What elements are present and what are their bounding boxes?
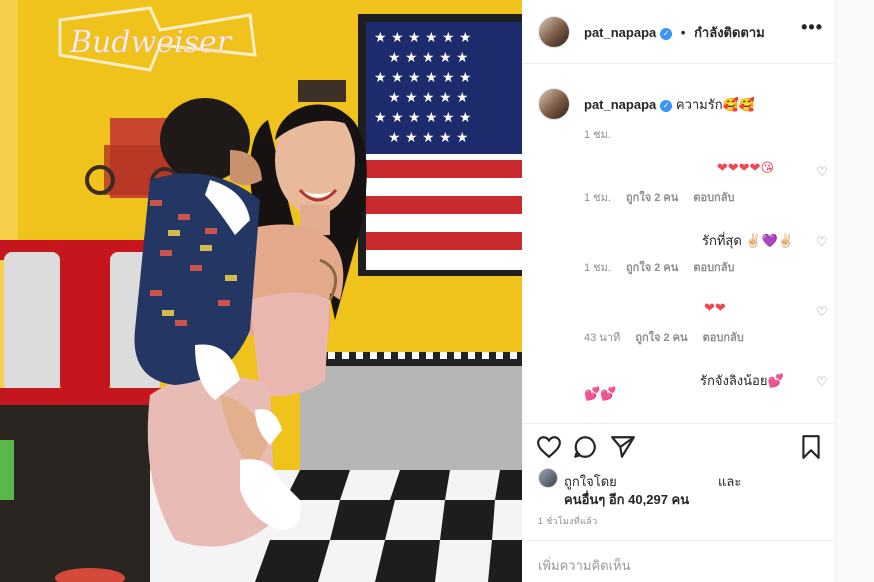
caption-text-line: pat_napapa ✓ ความรัก🥰🥰 xyxy=(584,94,755,115)
comment-text: ❤❤ xyxy=(704,300,726,315)
caption-username[interactable]: pat_napapa xyxy=(584,97,656,112)
liked-by-others-link[interactable]: คนอื่นๆ อีก 40,297 คน xyxy=(564,489,689,510)
verified-badge-icon: ✓ xyxy=(660,100,673,112)
caption-time[interactable]: 1 ชม. xyxy=(584,125,611,143)
comment-reply-button[interactable]: ตอบกลับ xyxy=(693,192,734,204)
comment-bubble-icon[interactable] xyxy=(572,434,598,460)
caption-text: ความรัก🥰🥰 xyxy=(675,97,755,112)
post-actions-bar xyxy=(522,424,835,464)
comment-text-continued: 💕💕 xyxy=(584,386,617,401)
comment-meta: 1 ชม. ถูกใจ 2 คน ตอบกลับ xyxy=(584,258,746,276)
comment-like-icon[interactable]: ♡ xyxy=(816,305,828,318)
svg-text:★ ★ ★ ★ ★ ★: ★ ★ ★ ★ ★ ★ xyxy=(374,70,472,86)
add-comment-input[interactable]: เพิ่มความคิดเห็น xyxy=(538,555,631,576)
svg-text:★ ★ ★ ★ ★: ★ ★ ★ ★ ★ xyxy=(388,50,469,66)
like-heart-icon[interactable] xyxy=(536,434,562,460)
post-photo[interactable]: Budweiser ★ ★ ★ ★ ★ ★ ★ ★ ★ ★ ★ ★ ★ ★ ★ … xyxy=(0,0,522,582)
comment-likes-count[interactable]: ถูกใจ 2 คน xyxy=(635,332,687,344)
comment-like-icon[interactable]: ♡ xyxy=(816,375,828,388)
post-dialog: Budweiser ★ ★ ★ ★ ★ ★ ★ ★ ★ ★ ★ ★ ★ ★ ★ … xyxy=(0,0,836,582)
share-plane-icon[interactable] xyxy=(610,434,636,460)
comment-meta: 43 นาที ถูกใจ 2 คน ตอบกลับ xyxy=(584,328,756,346)
comment-time[interactable]: 43 นาที xyxy=(584,332,620,344)
svg-text:★ ★ ★ ★ ★ ★: ★ ★ ★ ★ ★ ★ xyxy=(374,30,472,46)
comment-likes-count[interactable]: ถูกใจ 2 คน xyxy=(626,262,678,274)
author-avatar[interactable] xyxy=(538,16,570,48)
save-bookmark-icon[interactable] xyxy=(798,434,824,460)
caption-avatar[interactable] xyxy=(538,88,570,120)
comments-list[interactable]: pat_napapa ✓ ความรัก🥰🥰 1 ชม. ❤❤❤❤😘 ♡ 1 ชม… xyxy=(522,64,835,424)
verified-badge-icon: ✓ xyxy=(660,28,673,40)
comment-like-icon[interactable]: ♡ xyxy=(816,235,828,248)
comment-reply-button[interactable]: ตอบกลับ xyxy=(703,332,744,344)
comment-time[interactable]: 1 ชม. xyxy=(584,192,611,204)
american-flag: ★ ★ ★ ★ ★ ★ ★ ★ ★ ★ ★ ★ ★ ★ ★ ★ ★ ★ ★ ★ … xyxy=(358,14,522,276)
post-header: pat_napapa ✓ • กำลังติดตาม ••• xyxy=(522,0,835,64)
comment-time[interactable]: 1 ชม. xyxy=(584,262,611,274)
post-timestamp[interactable]: 1 ชั่วโมงที่แล้ว xyxy=(538,514,597,528)
header-separator: • xyxy=(680,25,686,40)
comment-meta: 1 ชม. ถูกใจ 2 คน ตอบกลับ xyxy=(584,188,746,206)
comment-text: รักจังลิงน้อย💕 xyxy=(700,373,784,388)
comment-likes-count[interactable]: ถูกใจ 2 คน xyxy=(626,192,678,204)
post-side-panel: pat_napapa ✓ • กำลังติดตาม ••• pat_napapa… xyxy=(522,0,835,582)
following-button[interactable]: กำลังติดตาม xyxy=(694,25,765,40)
comment-like-icon[interactable]: ♡ xyxy=(816,165,828,178)
author-username[interactable]: pat_napapa xyxy=(584,25,656,40)
svg-text:★ ★ ★ ★ ★: ★ ★ ★ ★ ★ xyxy=(388,90,469,106)
comment-text: รักที่สุด ✌🏻💜✌🏻 xyxy=(702,233,794,248)
svg-text:★ ★ ★ ★ ★ ★: ★ ★ ★ ★ ★ ★ xyxy=(374,110,472,126)
photo-illustration: Budweiser ★ ★ ★ ★ ★ ★ ★ ★ ★ ★ ★ ★ ★ ★ ★ … xyxy=(0,0,522,582)
svg-text:★ ★ ★ ★ ★: ★ ★ ★ ★ ★ xyxy=(388,130,469,146)
svg-text:Budweiser: Budweiser xyxy=(69,25,233,60)
more-options-icon[interactable]: ••• xyxy=(801,17,823,38)
comment-text: ❤❤❤❤😘 xyxy=(716,160,774,175)
liked-by-and: และ xyxy=(718,474,742,489)
liker-avatar[interactable] xyxy=(538,468,558,488)
comment-reply-button[interactable]: ตอบกลับ xyxy=(693,262,734,274)
add-comment-box[interactable]: เพิ่มความคิดเห็น xyxy=(522,540,835,582)
header-user-line: pat_napapa ✓ • กำลังติดตาม xyxy=(584,22,765,43)
